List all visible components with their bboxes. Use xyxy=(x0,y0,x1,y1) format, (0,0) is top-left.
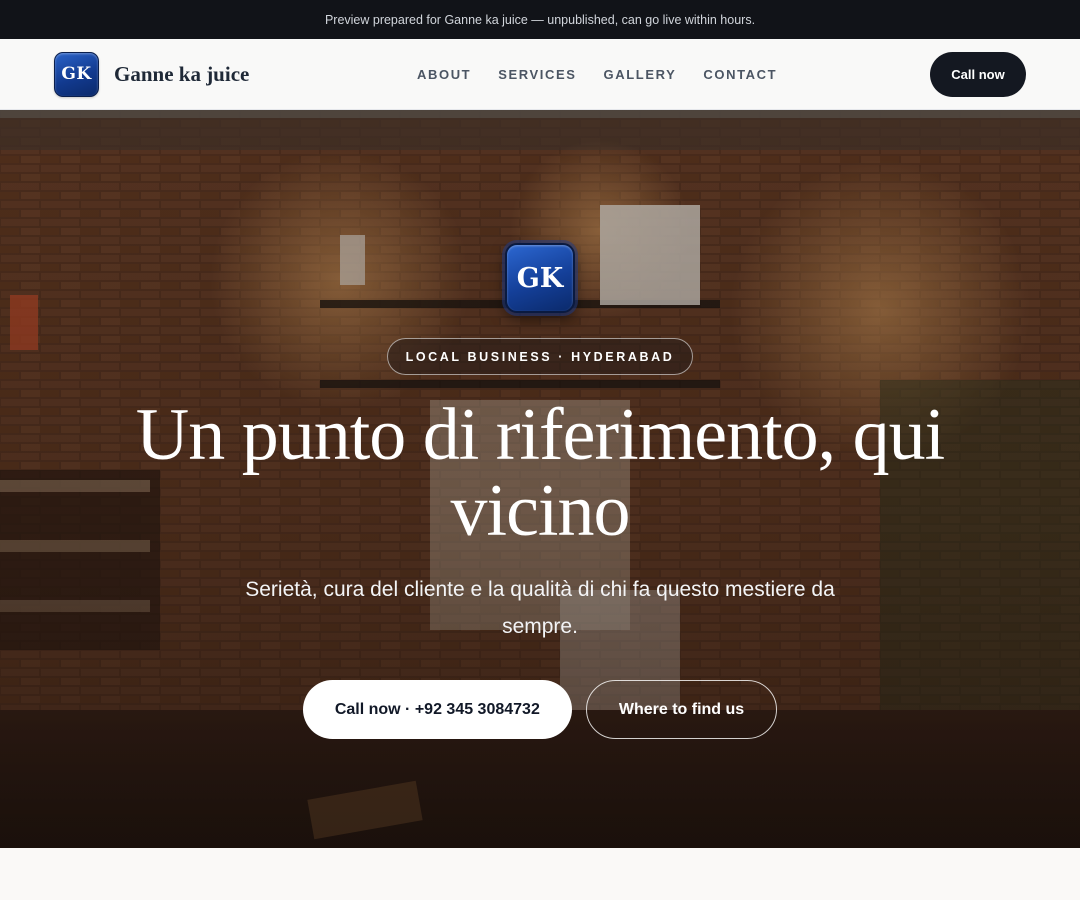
brand-name[interactable]: Ganne ka juice xyxy=(114,62,249,87)
hero-subtitle: Serietà, cura del cliente e la qualità d… xyxy=(245,578,835,638)
nav-gallery[interactable]: GALLERY xyxy=(604,67,677,82)
call-now-phone-button[interactable]: Call now · +92 345 3084732 xyxy=(302,680,572,739)
brand[interactable]: GK Ganne ka juice xyxy=(54,51,249,97)
hero-section: GK LOCAL BUSINESS · HYDERABAD Un punto d… xyxy=(0,110,1080,848)
hero-logo-icon: GK xyxy=(505,243,575,313)
location-badge-text: LOCAL BUSINESS · HYDERABAD xyxy=(405,349,675,364)
hero-title: Un punto di riferimento, qui vicino xyxy=(135,394,945,552)
nav-about[interactable]: ABOUT xyxy=(417,67,471,82)
call-now-button[interactable]: Call now xyxy=(930,52,1026,97)
preview-banner: Preview prepared for Ganne ka juice — un… xyxy=(0,0,1080,39)
main-nav: ABOUT SERVICES GALLERY CONTACT xyxy=(417,39,777,110)
logo-icon[interactable]: GK xyxy=(54,51,99,97)
site-header: GK Ganne ka juice ABOUT SERVICES GALLERY… xyxy=(0,39,1080,110)
nav-services[interactable]: SERVICES xyxy=(498,67,576,82)
nav-contact[interactable]: CONTACT xyxy=(703,67,777,82)
where-to-find-us-button[interactable]: Where to find us xyxy=(585,680,778,739)
hero-content: GK LOCAL BUSINESS · HYDERABAD Un punto d… xyxy=(0,110,1080,739)
preview-banner-text: Preview prepared for Ganne ka juice — un… xyxy=(324,12,756,27)
location-badge: LOCAL BUSINESS · HYDERABAD xyxy=(386,338,694,375)
hero-actions: Call now · +92 345 3084732 Where to find… xyxy=(302,680,778,739)
